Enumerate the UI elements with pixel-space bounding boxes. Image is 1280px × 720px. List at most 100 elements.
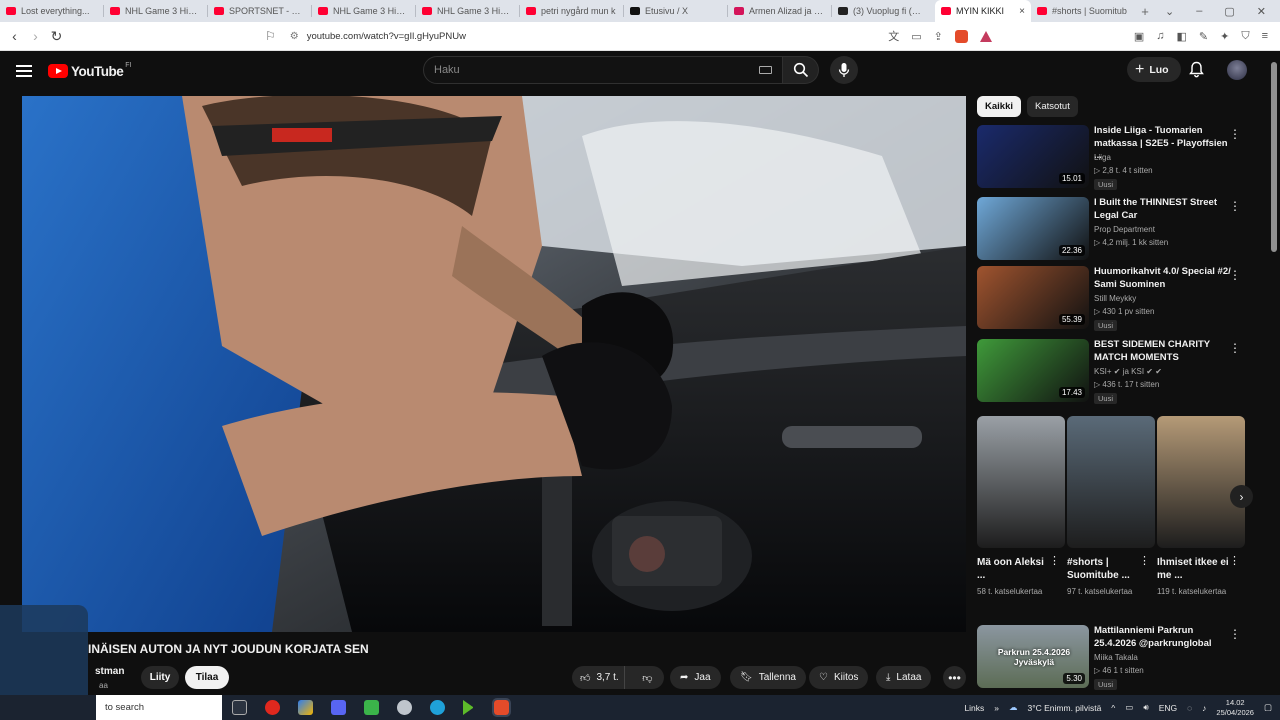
links-toolbar[interactable]: Links — [964, 703, 984, 713]
recommendation-item[interactable]: 17.43 BEST SIDEMEN CHARITY MATCH MOMENTS K… — [977, 339, 1247, 405]
forward-icon[interactable]: › — [25, 28, 46, 44]
join-button[interactable]: Liity — [141, 666, 179, 689]
short-title[interactable]: Ihmiset itkee ei me ... — [1157, 556, 1231, 582]
tray-up-icon[interactable]: ^ — [1111, 703, 1115, 713]
notifications-bell-icon[interactable] — [1189, 61, 1204, 78]
recommendation-item[interactable]: 15.01 Inside Liiga - Tuomarien matkassa |… — [977, 125, 1247, 191]
recommendation-title[interactable]: BEST SIDEMEN CHARITY MATCH MOMENTS — [1094, 339, 1234, 364]
recommendation-channel[interactable]: Still Meykky — [1094, 294, 1136, 303]
close-tab-icon[interactable]: × — [1019, 6, 1025, 17]
kebab-menu-icon[interactable]: ⋮ — [1049, 554, 1060, 567]
browser-tab[interactable]: NHL Game 3 Highli — [312, 0, 415, 22]
discord-icon[interactable] — [331, 700, 346, 715]
bookmark-icon[interactable]: ⚐ — [265, 29, 276, 43]
browser-tab[interactable]: NHL Game 3 Highli — [416, 0, 519, 22]
dislike-button[interactable]: 👎︎ — [631, 672, 664, 684]
short-thumbnail[interactable] — [1067, 416, 1155, 548]
short-title[interactable]: Mä oon Aleksi ... — [977, 556, 1051, 582]
vpn-icon[interactable]: ⛉ — [1241, 30, 1249, 43]
opera-icon[interactable] — [265, 700, 280, 715]
short-title[interactable]: #shorts | Suomitube ... — [1067, 556, 1141, 582]
share-button[interactable]: ➦ Jaa — [670, 666, 721, 689]
browser-tab[interactable]: #shorts | Suomitub — [1031, 0, 1134, 22]
create-button[interactable]: + Luo — [1127, 57, 1181, 82]
kebab-menu-icon[interactable]: ⋮ — [1229, 627, 1241, 641]
weather-text[interactable]: 3°C Enimm. pilvistä — [1028, 703, 1102, 713]
browser-tab[interactable]: MYIN KIKKI × — [935, 0, 1031, 22]
browser-tab[interactable]: SPORTSNET - YouTu — [208, 0, 311, 22]
cast-icon[interactable]: ▭ — [911, 30, 921, 43]
network-icon[interactable]: ▭ — [1125, 702, 1133, 713]
kebab-menu-icon[interactable]: ⋮ — [1139, 554, 1150, 567]
youtube-logo[interactable]: YouTube FI — [48, 62, 131, 79]
kebab-menu-icon[interactable]: ⋮ — [1229, 341, 1241, 355]
language-indicator[interactable]: ENG — [1159, 703, 1177, 713]
system-clock[interactable]: 14.02 25/04/2026 — [1216, 698, 1254, 718]
short-thumbnail[interactable] — [1157, 416, 1245, 548]
keyboard-icon[interactable] — [759, 66, 772, 74]
short-thumbnail[interactable] — [977, 416, 1065, 548]
short-item[interactable]: Mä oon Aleksi ... 58 t. katselukertaa ⋮ — [977, 416, 1065, 597]
short-item[interactable]: #shorts | Suomitube ... 97 t. katselukert… — [1067, 416, 1155, 597]
task-view-icon[interactable] — [232, 700, 247, 715]
recommendation-title[interactable]: I Built the THINNEST Street Legal Car — [1094, 197, 1234, 222]
brave-rewards-icon[interactable] — [979, 30, 992, 42]
recommendation-item[interactable]: 22.36 I Built the THINNEST Street Legal C… — [977, 197, 1247, 263]
browser-menu-icon[interactable]: ≡ — [1262, 30, 1268, 42]
chevron-down-icon[interactable]: ⌄ — [1165, 5, 1174, 18]
thanks-button[interactable]: ♡ Kiitos — [809, 666, 869, 689]
volume-icon[interactable]: 🔊︎ — [1143, 702, 1148, 713]
translate-icon[interactable]: 文 — [888, 28, 899, 44]
recommendation-item[interactable]: 55.39 Huumorikahvit 4.0/ Special #2/ Sami… — [977, 266, 1247, 332]
taskbar-search-field[interactable]: to search — [96, 695, 222, 720]
new-tab-icon[interactable]: + — [1134, 4, 1156, 19]
like-button[interactable]: 👍︎ 3,7 t. — [572, 666, 625, 689]
back-icon[interactable]: ‹ — [4, 28, 25, 44]
recommendation-channel[interactable]: Miika Takala — [1094, 653, 1138, 662]
guide-menu-icon[interactable] — [16, 65, 32, 77]
browser-tab[interactable]: petri nygård mun k — [520, 0, 623, 22]
brave-shields-icon[interactable] — [954, 29, 968, 43]
reader-icon[interactable]: ▣ — [1134, 30, 1144, 43]
recommendation-title[interactable]: Mattilanniemi Parkrun 25.4.2026 @parkrun… — [1094, 625, 1234, 650]
kebab-menu-icon[interactable]: ⋮ — [1229, 268, 1241, 282]
wifi-icon[interactable]: ◌ — [1187, 703, 1192, 713]
browser-tab[interactable]: Armen Alizad ja Se — [728, 0, 831, 22]
app-icon[interactable] — [298, 700, 313, 715]
edit-icon[interactable]: ✎ — [1199, 30, 1208, 43]
recommendation-thumbnail[interactable]: 55.39 — [977, 266, 1089, 329]
recommendation-title[interactable]: Huumorikahvit 4.0/ Special #2/ Sami Suom… — [1094, 266, 1234, 291]
voice-search-button[interactable] — [830, 56, 858, 84]
notification-center-icon[interactable]: ▢ — [1264, 702, 1272, 713]
browser-tab[interactable]: (3) Vuoplug fi (@vu — [832, 0, 935, 22]
search-input[interactable]: Haku — [423, 56, 783, 84]
chip-watched[interactable]: Katsotut — [1027, 96, 1078, 117]
download-button[interactable]: ⤓ Lataa — [876, 666, 932, 689]
browser-tab[interactable]: Etusivu / X — [624, 0, 727, 22]
site-info-icon[interactable]: ⚙ — [290, 31, 299, 42]
maximize-icon[interactable]: ▢ — [1224, 5, 1234, 18]
subscribe-button[interactable]: Tilaa — [185, 666, 229, 689]
url-field[interactable]: ⚙ youtube.com/watch?v=gIl.gHyuPNUw — [284, 26, 874, 46]
recommendation-thumbnail[interactable]: Parkrun 25.4.2026 Jyväskylä 5.30 — [977, 625, 1089, 688]
recommendation-thumbnail[interactable]: 17.43 — [977, 339, 1089, 402]
recommendation-channel[interactable]: KSI+ ✔ ja KSI ✔ ✔ — [1094, 367, 1162, 376]
minimize-icon[interactable]: – — [1196, 5, 1202, 18]
recommendation-channel[interactable]: Prop Department — [1094, 225, 1155, 234]
app-grey-icon[interactable] — [397, 700, 412, 715]
play-app-icon[interactable] — [463, 700, 473, 715]
recommendation-channel[interactable]: Liiga — [1094, 153, 1111, 162]
sidebar-icon[interactable]: ◧ — [1176, 30, 1186, 43]
kebab-menu-icon[interactable]: ⋮ — [1229, 554, 1240, 567]
overflow-chevron-icon[interactable]: » — [994, 703, 999, 713]
share-page-icon[interactable]: ⇪ — [934, 30, 943, 43]
recommendation-title[interactable]: Inside Liiga - Tuomarien matkassa | S2E5… — [1094, 125, 1234, 163]
chip-all[interactable]: Kaikki — [977, 96, 1021, 117]
shorts-next-arrow-icon[interactable]: › — [1230, 485, 1253, 508]
channel-name[interactable]: stman — [95, 666, 124, 677]
recommendation-thumbnail[interactable]: 22.36 — [977, 197, 1089, 260]
account-avatar[interactable] — [1227, 60, 1247, 80]
kebab-menu-icon[interactable]: ⋮ — [1229, 199, 1241, 213]
kebab-menu-icon[interactable]: ⋮ — [1229, 127, 1241, 141]
browser-tab[interactable]: NHL Game 3 Highli — [104, 0, 207, 22]
